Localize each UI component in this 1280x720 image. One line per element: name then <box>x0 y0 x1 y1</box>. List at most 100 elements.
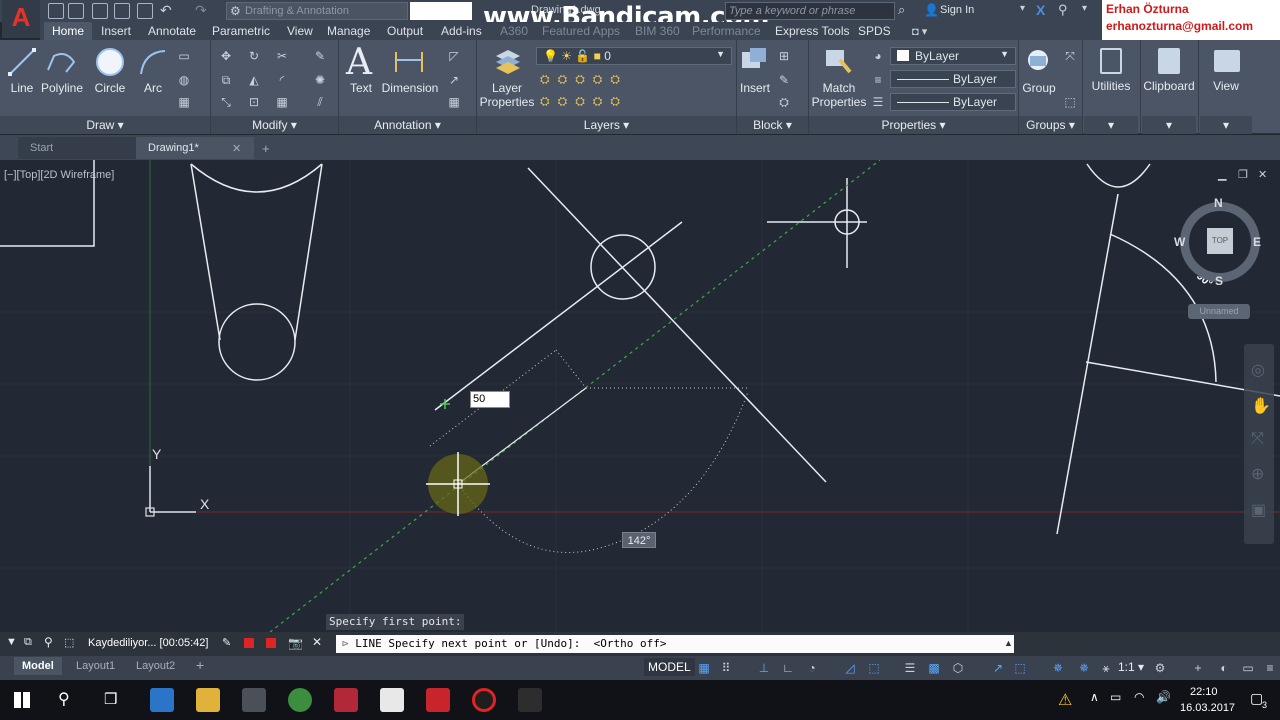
ungroup-icon[interactable]: ⤧ <box>1062 48 1078 64</box>
tab-view[interactable]: View <box>287 24 313 38</box>
groups-panel-label[interactable]: Groups ▾ <box>1019 116 1082 134</box>
dynamic-input-field[interactable]: 50 <box>470 391 510 408</box>
lineweight-toggle-icon[interactable]: ☰ <box>902 660 918 676</box>
layout1-tab[interactable]: Layout1 <box>68 657 123 675</box>
leader-icon[interactable]: ◸ <box>446 48 462 64</box>
autoscale-icon[interactable]: ✵ <box>1076 660 1092 676</box>
layer-select[interactable]: 💡 ☀ 🔓 ■ 0 ▼ <box>536 47 732 65</box>
tab-express-tools[interactable]: Express Tools <box>775 24 849 38</box>
infer-constraints-icon[interactable]: ⊥ <box>756 660 772 676</box>
layer-tools-row2-icon[interactable]: ⛭⛭⛭⛭⛭ <box>540 94 628 109</box>
close-icon[interactable]: ✕ <box>312 635 322 649</box>
utilities-button[interactable]: Utilities <box>1084 79 1138 93</box>
region-icon[interactable]: ⬚ <box>64 636 74 649</box>
layers-panel-label[interactable]: Layers ▾ <box>477 116 736 134</box>
copy-icon[interactable]: ⧉ <box>218 72 234 88</box>
search-icon[interactable]: ⚲ <box>58 689 70 709</box>
polar-icon[interactable]: ◔ <box>804 660 820 676</box>
tab-annotate[interactable]: Annotate <box>148 24 196 38</box>
chevron-down-icon[interactable]: ▾ <box>1020 3 1025 14</box>
linetype-icon[interactable]: ≡ <box>870 72 886 88</box>
video-editor-icon[interactable] <box>518 688 542 712</box>
model-space-button[interactable]: MODEL <box>644 658 695 676</box>
block-panel-label[interactable]: Block ▾ <box>737 116 808 134</box>
battery-icon[interactable]: ▭ <box>1110 690 1121 704</box>
solidworks-icon[interactable] <box>334 688 358 712</box>
color-select[interactable]: ByLayer ▼ <box>890 47 1016 65</box>
annotation-panel-label[interactable]: Annotation ▾ <box>339 116 476 134</box>
windows-icon[interactable]: ⧉ <box>24 636 32 649</box>
snap-icon[interactable]: ⠿ <box>718 660 734 676</box>
task-view-icon[interactable]: ❒ <box>104 690 117 708</box>
create-block-icon[interactable]: ⊞ <box>776 48 792 64</box>
group-button[interactable]: Group <box>1020 81 1058 95</box>
tab-output[interactable]: Output <box>387 24 423 38</box>
tab-manage[interactable]: Manage <box>327 24 370 38</box>
dynamic-ucs-icon[interactable]: ↗ <box>990 660 1006 676</box>
linetype-select[interactable]: ByLayer <box>890 70 1016 88</box>
windows-start-icon[interactable] <box>14 692 30 708</box>
clock-time[interactable]: 22:10 <box>1190 686 1218 698</box>
search-input[interactable]: Type a keyword or phrase <box>725 2 895 20</box>
dimension-button[interactable]: Dimension <box>380 81 440 95</box>
wifi-icon[interactable]: ◠ <box>1134 690 1144 704</box>
utilities-dropdown[interactable]: ▾ <box>1084 116 1138 134</box>
multileader-icon[interactable]: ↗ <box>446 72 462 88</box>
new-file-icon[interactable] <box>48 3 64 19</box>
erase-icon[interactable]: ✎ <box>312 48 328 64</box>
command-history-icon[interactable]: ▲ <box>1004 638 1013 648</box>
view-button[interactable]: View <box>1200 79 1252 93</box>
store-icon[interactable] <box>242 688 266 712</box>
gradient-icon[interactable]: ▦ <box>176 94 192 110</box>
properties-panel-label[interactable]: Properties ▾ <box>809 116 1018 134</box>
color-wheel-icon[interactable]: ◕ <box>870 48 886 64</box>
ortho-icon[interactable]: ∟ <box>780 660 796 676</box>
layer-tools-row1-icon[interactable]: ⛭⛭⛭⛭⛭ <box>540 72 628 87</box>
layout2-tab[interactable]: Layout2 <box>128 657 183 675</box>
exchange-icon[interactable]: X <box>1036 2 1045 18</box>
table-icon[interactable]: ▦ <box>446 94 462 110</box>
rotate-icon[interactable]: ↻ <box>246 48 262 64</box>
clipboard-dropdown[interactable]: ▾ <box>1142 116 1196 134</box>
attribute-icon[interactable]: ⛭ <box>776 94 792 110</box>
edge-icon[interactable] <box>150 688 174 712</box>
minimize-viewport-icon[interactable]: ▁ <box>1218 168 1226 181</box>
open-file-icon[interactable] <box>68 3 84 19</box>
file-explorer-icon[interactable] <box>196 688 220 712</box>
scale-select[interactable]: 1:1 ▾ <box>1118 660 1144 674</box>
tab-performance[interactable]: Performance <box>692 24 761 38</box>
chrome-icon[interactable] <box>288 688 312 712</box>
workspace-gear-icon[interactable]: ⚙ <box>1152 660 1168 676</box>
tab-parametric[interactable]: Parametric <box>212 24 270 38</box>
drawing-canvas[interactable] <box>0 160 1280 632</box>
offset-icon[interactable]: ⫽ <box>312 94 328 110</box>
new-tab-icon[interactable]: + <box>262 141 270 156</box>
clipboard-button[interactable]: Clipboard <box>1142 79 1196 93</box>
text-button[interactable]: Text <box>344 81 378 95</box>
clock-date[interactable]: 16.03.2017 <box>1180 702 1235 714</box>
close-tab-icon[interactable]: ✕ <box>232 142 241 155</box>
pause-icon[interactable] <box>244 638 254 648</box>
tab-home[interactable]: Home <box>44 22 93 40</box>
annotation-icon[interactable]: + <box>1190 660 1206 676</box>
search-icon[interactable]: ⚲ <box>44 635 53 649</box>
viewport-controls-label[interactable]: [−][Top][2D Wireframe] <box>4 169 114 181</box>
help-icon[interactable]: ⚲ <box>1058 2 1068 18</box>
isodraft-icon[interactable]: ◿ <box>842 660 858 676</box>
chevron-up-icon[interactable]: ∧ <box>1090 690 1099 704</box>
annotation-monitor-icon[interactable]: ⬚ <box>1012 660 1028 676</box>
binoculars-icon[interactable]: ⌕ <box>898 2 905 18</box>
workspace-select[interactable]: Drafting & Annotation <box>226 2 408 20</box>
match-properties-button[interactable]: Match Properties <box>810 81 868 109</box>
trim-icon[interactable]: ✂ <box>274 48 290 64</box>
lineweight-icon[interactable]: ☰ <box>870 94 886 110</box>
model-tab[interactable]: Model <box>14 657 62 675</box>
pen-icon[interactable]: ✎ <box>222 636 231 649</box>
autocad-icon[interactable] <box>426 688 450 712</box>
tab-featured-apps[interactable]: Featured Apps <box>542 24 620 38</box>
annotation-scale-icon[interactable]: ⚹ <box>1098 660 1114 676</box>
sign-in-link[interactable]: Sign In <box>940 4 974 16</box>
insert-button[interactable]: Insert <box>738 81 772 95</box>
bandicam-icon[interactable] <box>472 688 496 712</box>
scale-icon[interactable]: ⊡ <box>246 94 262 110</box>
